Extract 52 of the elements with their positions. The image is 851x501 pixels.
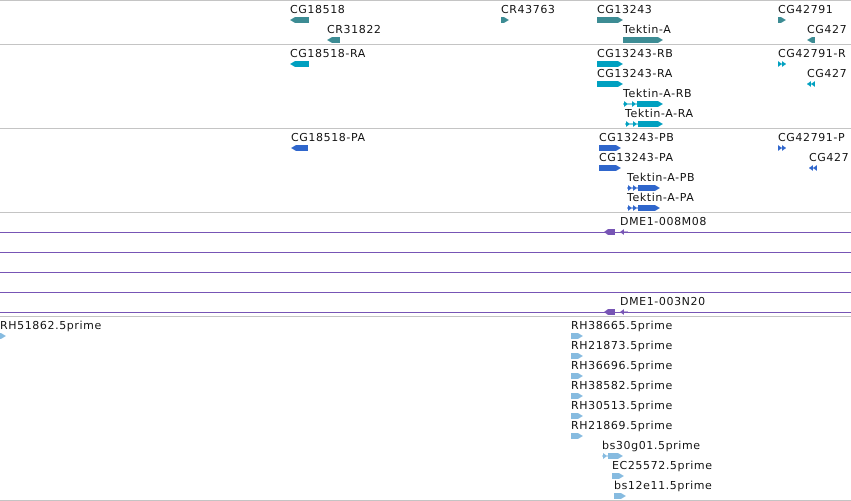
arrow-icon[interactable] — [627, 205, 660, 211]
arrow-icon[interactable] — [290, 61, 309, 67]
feature-label[interactable]: CG18518-RA — [290, 47, 366, 60]
arrow-icon[interactable] — [778, 17, 786, 23]
arrow-icon[interactable] — [625, 121, 663, 127]
arrow-icon[interactable] — [501, 17, 509, 23]
feature-label[interactable]: CG42791 — [778, 3, 834, 16]
feature-label[interactable]: CG18518 — [290, 3, 346, 16]
feature-label[interactable]: CG42791-P — [778, 131, 846, 144]
feature-label[interactable]: Tektin-A-RA — [625, 107, 694, 120]
feature-label[interactable]: CR31822 — [327, 23, 382, 36]
feature-label[interactable]: RH30513.5prime — [571, 399, 673, 412]
arrow-icon[interactable] — [597, 17, 623, 23]
arrow-icon[interactable] — [599, 145, 621, 151]
feature-label[interactable]: bs30g01.5prime — [602, 439, 701, 452]
arrow-icon[interactable] — [327, 37, 340, 43]
feature-label[interactable]: Tektin-A — [623, 23, 672, 36]
feature-label[interactable]: CR43763 — [501, 3, 556, 16]
feature-label[interactable]: Tektin-A-PB — [627, 171, 696, 184]
arrow-icon[interactable] — [291, 145, 308, 151]
feature-label[interactable]: RH51862.5prime — [0, 319, 102, 332]
clone-label[interactable]: DME1-003N20 — [620, 295, 706, 308]
arrow-icon[interactable] — [604, 229, 628, 235]
arrow-icon[interactable] — [604, 309, 628, 315]
feature-label[interactable]: Tektin-A-PA — [627, 191, 694, 204]
feature-label[interactable]: RH36696.5prime — [571, 359, 673, 372]
arrow-icon[interactable] — [597, 81, 623, 87]
arrow-icon[interactable] — [599, 165, 621, 171]
feature-label[interactable]: CG13243-RA — [597, 67, 673, 80]
feature-label[interactable]: bs12e11.5prime — [614, 479, 712, 492]
feature-label[interactable]: RH38582.5prime — [571, 379, 673, 392]
arrow-icon[interactable] — [627, 185, 660, 191]
arrow-icon[interactable] — [623, 101, 663, 107]
feature-label[interactable]: CG13243-PB — [599, 131, 674, 144]
arrow-icon[interactable] — [597, 61, 623, 67]
feature-label[interactable]: CG42791-R — [778, 47, 846, 60]
arrow-icon[interactable] — [290, 17, 309, 23]
arrow-icon[interactable] — [807, 37, 815, 43]
feature-label[interactable]: CG13243 — [597, 3, 652, 16]
clone-label[interactable]: DME1-008M08 — [620, 215, 707, 228]
feature-label[interactable]: CG427 — [807, 67, 848, 80]
feature-label[interactable]: RH38665.5prime — [571, 319, 673, 332]
feature-label[interactable]: CG427 — [807, 23, 848, 36]
arrow-icon[interactable] — [623, 37, 663, 43]
feature-label[interactable]: Tektin-A-RB — [623, 87, 692, 100]
feature-label[interactable]: CG13243-PA — [599, 151, 674, 164]
feature-label[interactable]: RH21873.5prime — [571, 339, 673, 352]
feature-label[interactable]: CG427 — [809, 151, 850, 164]
feature-label[interactable]: EC25572.5prime — [612, 459, 713, 472]
feature-label[interactable]: CG13243-RB — [597, 47, 674, 60]
feature-label[interactable]: RH21869.5prime — [571, 419, 673, 432]
feature-label[interactable]: CG18518-PA — [291, 131, 366, 144]
